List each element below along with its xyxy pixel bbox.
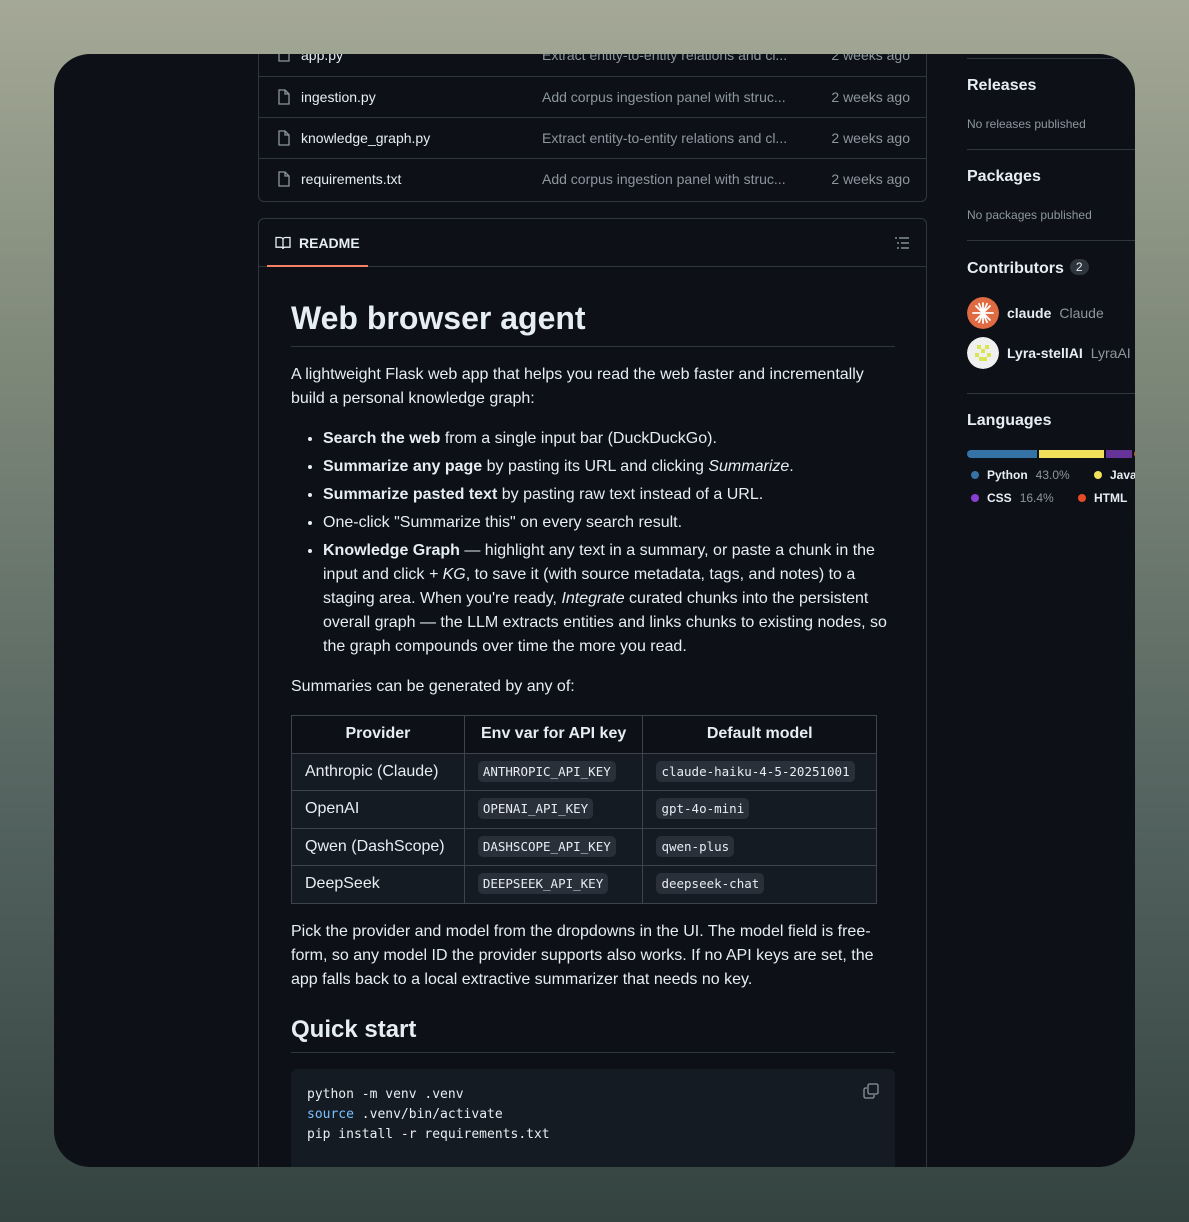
language-bar — [967, 450, 1135, 458]
column-header: Provider — [291, 715, 465, 754]
model-cell: qwen-plus — [642, 827, 877, 867]
env-var-cell: DASHSCOPE_API_KEY — [463, 827, 644, 867]
list-item: Knowledge Graph — highlight any text in … — [323, 539, 895, 659]
table-row: Qwen (DashScope) DASHSCOPE_API_KEY qwen-… — [291, 827, 877, 867]
language-segment-python — [967, 450, 1037, 458]
contributor-name: LyraAI — [1090, 345, 1131, 361]
language-dot — [971, 471, 979, 479]
list-item: Summarize pasted text by pasting raw tex… — [323, 483, 895, 507]
list-item: Search the web from a single input bar (… — [323, 427, 895, 451]
file-row[interactable]: ingestion.py Add corpus ingestion panel … — [259, 76, 926, 117]
releases-heading[interactable]: Releases — [967, 77, 1036, 95]
outline-list-icon[interactable] — [894, 235, 910, 251]
readme-intro: A lightweight Flask web app that helps y… — [291, 366, 864, 408]
contributor-claude[interactable]: claude Claude — [967, 297, 1104, 329]
provider-cell: DeepSeek — [291, 865, 465, 904]
contributor-name: Claude — [1059, 305, 1104, 321]
file-name[interactable]: requirements.txt — [301, 171, 401, 187]
readme-content: Web browser agent A lightweight Flask we… — [291, 267, 895, 1167]
file-icon — [278, 171, 290, 187]
avatar — [967, 297, 999, 329]
file-row[interactable]: knowledge_graph.py Extract entity-to-ent… — [259, 117, 926, 158]
env-var-cell: DEEPSEEK_API_KEY — [463, 865, 644, 904]
env-var-cell: OPENAI_API_KEY — [463, 790, 644, 829]
file-icon — [278, 89, 290, 105]
language-dot — [971, 494, 979, 502]
readme-tab-label: README — [299, 235, 360, 251]
list-item: Summarize any page by pasting its URL an… — [323, 455, 895, 479]
contributor-login: Lyra-stellAI — [1007, 345, 1083, 361]
commit-date: 2 weeks ago — [831, 54, 910, 63]
pick-provider-para: Pick the provider and model from the dro… — [291, 922, 874, 988]
contributor-lyra[interactable]: Lyra-stellAI LyraAI — [967, 337, 1131, 369]
env-var-cell: ANTHROPIC_API_KEY — [463, 752, 644, 792]
summaries-intro: Summaries can be generated by any of: — [291, 678, 575, 696]
copy-icon[interactable] — [863, 1083, 879, 1099]
model-cell: claude-haiku-4-5-20251001 — [642, 752, 877, 792]
code-line: python -m venv .venv — [307, 1086, 464, 1102]
languages-heading: Languages — [967, 412, 1052, 429]
file-name[interactable]: knowledge_graph.py — [301, 130, 430, 146]
commit-date: 2 weeks ago — [831, 171, 910, 187]
avatar — [967, 337, 999, 369]
code-block[interactable]: python -m venv .venv source .venv/bin/ac… — [291, 1068, 895, 1167]
divider — [967, 240, 1135, 241]
divider — [967, 58, 1135, 59]
packages-empty: No packages published — [967, 208, 1092, 222]
file-icon — [278, 130, 290, 146]
commit-message[interactable]: Extract entity-to-entity relations and c… — [542, 130, 802, 146]
model-cell: deepseek-chat — [642, 865, 877, 904]
model-cell: gpt-4o-mini — [642, 790, 877, 829]
language-segment-html — [1134, 450, 1135, 458]
divider — [967, 393, 1135, 394]
book-icon — [275, 236, 291, 250]
readme-header: README — [259, 219, 926, 267]
code-line: source .venv/bin/activate — [307, 1106, 503, 1122]
browser-window: app.py Extract entity-to-entity relation… — [54, 54, 1135, 1167]
commit-message[interactable]: Extract entity-to-entity relations and c… — [542, 54, 802, 63]
packages-heading[interactable]: Packages — [967, 168, 1041, 186]
language-segment-javascript — [1038, 450, 1104, 458]
provider-cell: Qwen (DashScope) — [291, 827, 465, 867]
releases-empty: No releases published — [967, 117, 1086, 131]
table-row: OpenAI OPENAI_API_KEY gpt-4o-mini — [291, 790, 877, 829]
language-item-python[interactable]: Python 43.0% — [971, 468, 1070, 482]
file-name[interactable]: ingestion.py — [301, 89, 376, 105]
quick-start-heading: Quick start — [291, 1016, 895, 1053]
column-header: Env var for API key — [463, 715, 644, 754]
commit-message[interactable]: Add corpus ingestion panel with struc... — [542, 89, 802, 105]
column-header: Default model — [642, 715, 877, 754]
divider — [967, 149, 1135, 150]
code-line: pip install -r requirements.txt — [307, 1126, 550, 1142]
commit-message[interactable]: Add corpus ingestion panel with struc... — [542, 171, 802, 187]
provider-table: Provider Env var for API key Default mod… — [291, 715, 877, 904]
language-segment-css — [1105, 450, 1133, 458]
contributor-login: claude — [1007, 305, 1052, 321]
commit-date: 2 weeks ago — [831, 130, 910, 146]
file-name[interactable]: app.py — [301, 54, 343, 63]
language-dot — [1094, 471, 1102, 479]
file-list: app.py Extract entity-to-entity relation… — [258, 54, 927, 202]
language-item-css[interactable]: CSS 16.4% — [971, 491, 1054, 505]
file-row[interactable]: requirements.txt Add corpus ingestion pa… — [259, 158, 926, 199]
language-dot — [1078, 494, 1086, 502]
provider-cell: Anthropic (Claude) — [291, 752, 465, 792]
provider-cell: OpenAI — [291, 790, 465, 829]
feature-list: Search the web from a single input bar (… — [291, 427, 895, 659]
contributors-count-badge: 2 — [1069, 259, 1089, 275]
file-row[interactable]: app.py Extract entity-to-entity relation… — [259, 54, 926, 75]
table-row: Anthropic (Claude) ANTHROPIC_API_KEY cla… — [291, 752, 877, 792]
tab-readme[interactable]: README — [275, 219, 360, 267]
contributors-heading[interactable]: Contributors 2 — [967, 259, 1089, 278]
language-item-html[interactable]: HTML — [1078, 491, 1127, 505]
table-row: DeepSeek DEEPSEEK_API_KEY deepseek-chat — [291, 865, 877, 904]
file-icon — [278, 54, 290, 62]
list-item: One-click "Summarize this" on every sear… — [323, 511, 895, 535]
language-item-javascript[interactable]: JavaScript — [1094, 468, 1135, 482]
commit-date: 2 weeks ago — [831, 89, 910, 105]
readme-panel: README Web browser agent A lightweight F… — [258, 218, 927, 1167]
readme-title: Web browser agent — [291, 300, 895, 348]
table-header-row: Provider Env var for API key Default mod… — [291, 715, 877, 754]
